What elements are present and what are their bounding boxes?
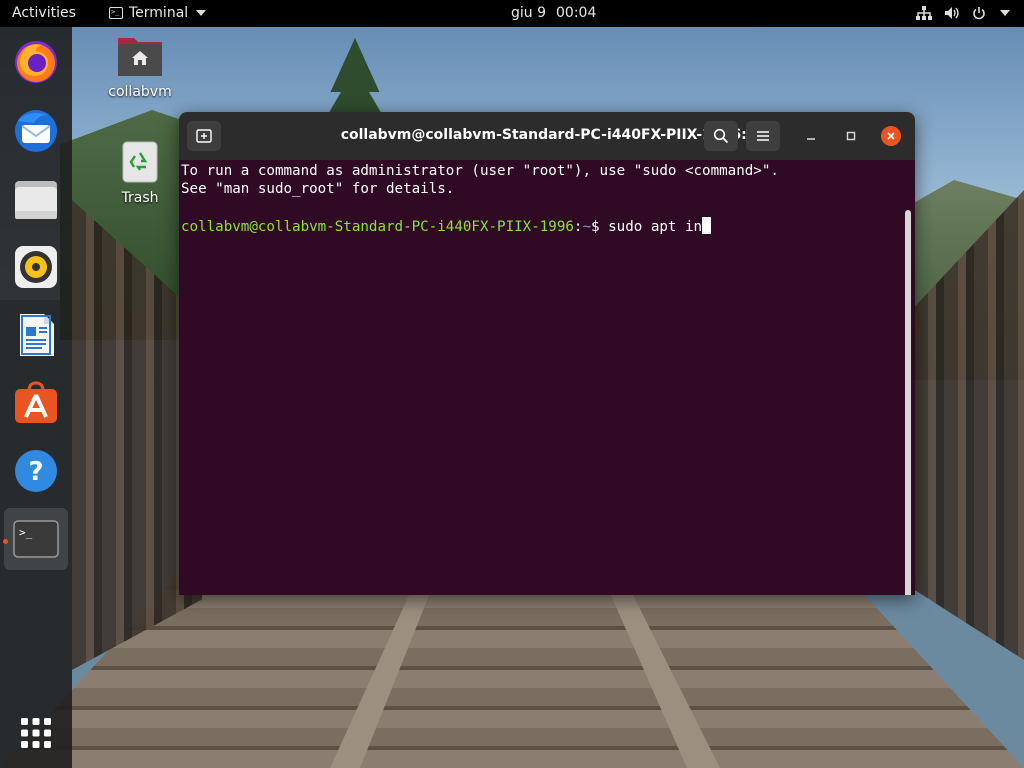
scrollbar[interactable]	[905, 210, 911, 595]
search-icon	[713, 128, 729, 144]
writer-icon[interactable]	[12, 311, 60, 359]
prompt-user-host: collabvm@collabvm-Standard-PC-i440FX-PII…	[181, 219, 574, 235]
network-icon	[916, 6, 932, 20]
terminal-icon: >_	[109, 7, 123, 19]
prompt-symbol: $	[591, 219, 609, 235]
home-folder-shortcut[interactable]: collabvm	[104, 34, 176, 100]
system-tray[interactable]	[916, 6, 1010, 20]
top-bar: Activities >_ Terminal giu 9 00:04	[0, 0, 1024, 27]
trash-icon	[122, 141, 158, 183]
svg-text:?: ?	[28, 457, 43, 487]
terminal-icon[interactable]: >_	[12, 515, 60, 563]
trash-label: Trash	[121, 190, 159, 206]
firefox-icon[interactable]	[12, 38, 60, 86]
clock-time: 00:04	[556, 5, 597, 21]
app-menu[interactable]: >_ Terminal	[109, 5, 207, 21]
help-icon[interactable]: ?	[12, 447, 60, 495]
close-button[interactable]	[881, 126, 901, 146]
maximize-button[interactable]	[841, 126, 861, 146]
power-icon	[973, 7, 985, 20]
terminal-line: To run a command as administrator (user …	[181, 163, 779, 179]
software-icon[interactable]	[12, 379, 60, 427]
window-headerbar: collabvm@collabvm-Standard-PC-i440FX-PII…	[179, 112, 915, 160]
typed-command: sudo apt in	[608, 219, 703, 235]
clock[interactable]: giu 9 00:04	[511, 5, 596, 21]
app-menu-label: Terminal	[129, 5, 189, 21]
running-indicator	[3, 539, 8, 544]
minimize-button[interactable]	[801, 126, 821, 146]
terminal-window: collabvm@collabvm-Standard-PC-i440FX-PII…	[179, 112, 915, 595]
chevron-down-icon	[196, 10, 207, 16]
home-folder-label: collabvm	[108, 84, 172, 100]
clock-date: giu 9	[511, 5, 547, 21]
prompt-path: ~	[582, 219, 592, 235]
text-cursor	[702, 217, 712, 234]
thunderbird-icon[interactable]	[12, 107, 60, 155]
terminal-output[interactable]: To run a command as administrator (user …	[179, 160, 915, 595]
files-icon[interactable]	[12, 175, 60, 223]
close-icon	[887, 132, 895, 140]
chevron-down-icon	[1000, 10, 1010, 16]
svg-text:>_: >_	[19, 526, 33, 539]
terminal-prompt-line: collabvm@collabvm-Standard-PC-i440FX-PII…	[181, 217, 712, 235]
trash-shortcut[interactable]: Trash	[104, 140, 176, 206]
grid-icon[interactable]	[20, 717, 52, 749]
minimize-icon	[807, 138, 815, 140]
hamburger-icon	[757, 131, 769, 141]
rhythmbox-icon[interactable]	[12, 243, 60, 291]
terminal-line: See "man sudo_root" for details.	[181, 181, 455, 197]
search-button[interactable]	[704, 121, 738, 151]
maximize-icon	[846, 131, 856, 141]
activities-button[interactable]: Activities	[12, 5, 76, 21]
volume-icon	[945, 7, 959, 19]
menu-button[interactable]	[746, 121, 780, 151]
home-folder-icon	[118, 38, 162, 76]
